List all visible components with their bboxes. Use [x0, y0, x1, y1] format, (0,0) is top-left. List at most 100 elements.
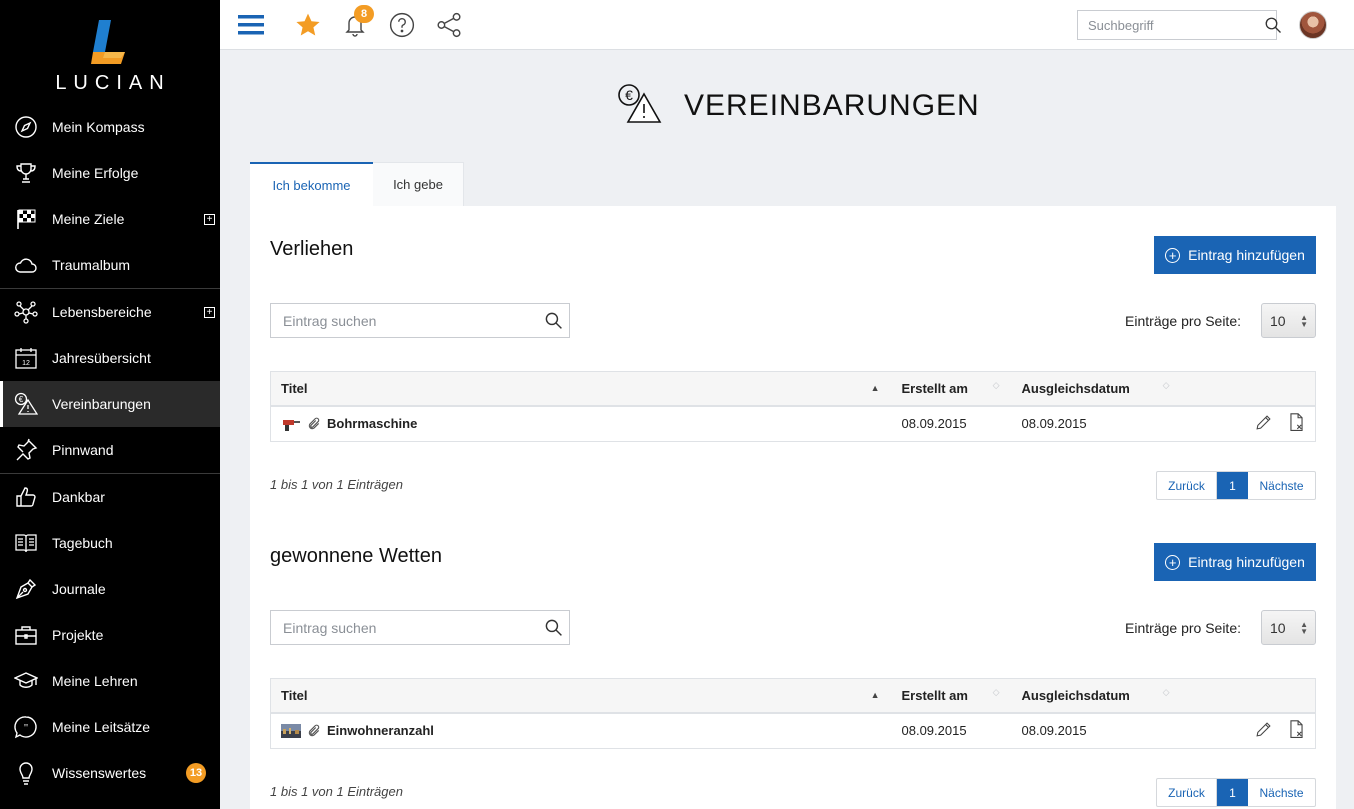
sidebar-item-label: Pinnwand — [52, 442, 114, 458]
sidebar-item-dankbar[interactable]: Dankbar — [0, 474, 220, 520]
column-label: Ausgleichsdatum — [1021, 687, 1130, 703]
sidebar-item-traumalbum[interactable]: Traumalbum — [0, 242, 220, 288]
expand-icon[interactable]: + — [204, 213, 215, 225]
sidebar-item-label: Wissenswertes — [52, 765, 147, 781]
sidebar-item-label: Dankbar — [52, 489, 105, 505]
section-gewonnene-wetten: gewonnene Wetten + Eintrag hinzufügen Ei… — [270, 543, 1316, 809]
sidebar-item-tagebuch[interactable]: Tagebuch — [0, 520, 220, 566]
avatar[interactable] — [1299, 11, 1327, 39]
entry-search — [270, 610, 570, 645]
sidebar-item-meine-ziele[interactable]: Meine Ziele + — [0, 196, 220, 242]
plus-circle-icon: + — [1165, 554, 1181, 570]
per-page-select[interactable]: 10 ▲ ▼ — [1261, 303, 1316, 338]
table-info: 1 bis 1 von 1 Einträgen — [270, 477, 403, 492]
sidebar-item-label: Traumalbum — [52, 257, 131, 273]
pagination-previous[interactable]: Zurück — [1157, 472, 1217, 499]
column-header-titel[interactable]: Titel ▲ — [270, 678, 892, 714]
column-label: Erstellt am — [901, 380, 968, 396]
select-arrows-icon: ▲ ▼ — [1300, 619, 1308, 636]
add-entry-label: Eintrag hinzufügen — [1188, 554, 1305, 570]
actions-cell — [1182, 713, 1316, 749]
menu-icon[interactable] — [236, 10, 266, 40]
sort-both-icon: ◇ — [1162, 687, 1170, 697]
sidebar-item-projekte[interactable]: Projekte — [0, 612, 220, 658]
page-header: € VEREINBARUNGEN — [616, 82, 980, 129]
drill-thumbnail — [283, 419, 300, 431]
entry-title[interactable]: Bohrmaschine — [327, 416, 417, 431]
sidebar-item-pinnwand[interactable]: Pinnwand — [0, 427, 220, 473]
delete-document-icon[interactable] — [1288, 412, 1305, 435]
star-icon[interactable] — [293, 10, 323, 40]
sidebar-item-mein-kompass[interactable]: Mein Kompass — [0, 104, 220, 150]
tab-ich-gebe[interactable]: Ich gebe — [373, 162, 464, 206]
entry-title[interactable]: Einwohneranzahl — [327, 723, 434, 738]
expand-icon[interactable]: + — [204, 306, 215, 318]
pagination-previous[interactable]: Zurück — [1157, 779, 1217, 806]
tab-ich-bekomme[interactable]: Ich bekomme — [250, 162, 373, 206]
edit-pencil-icon[interactable] — [1255, 414, 1272, 434]
lightbulb-icon — [13, 760, 39, 786]
column-header-ausgleichsdatum[interactable]: Ausgleichsdatum ◇ — [1011, 371, 1182, 407]
city-thumbnail — [281, 723, 301, 738]
sidebar-item-lebensbereiche[interactable]: Lebensbereiche + — [0, 289, 220, 335]
edit-pencil-icon[interactable] — [1255, 721, 1272, 741]
page-title: VEREINBARUNGEN — [684, 88, 980, 122]
search-icon[interactable] — [537, 311, 569, 330]
sidebar-item-meine-lehren[interactable]: Meine Lehren — [0, 658, 220, 704]
help-icon[interactable] — [387, 10, 417, 40]
created-cell: 08.09.2015 — [901, 416, 967, 432]
sidebar-item-vereinbarungen[interactable]: € Vereinbarungen — [0, 381, 220, 427]
cloud-icon — [13, 252, 39, 278]
sidebar-item-meine-leitsaetze[interactable]: " Meine Leitsätze — [0, 704, 220, 750]
column-header-erstellt[interactable]: Erstellt am ◇ — [891, 678, 1012, 714]
delete-document-icon[interactable] — [1288, 719, 1305, 742]
sidebar-item-label: Journale — [52, 581, 106, 597]
created-cell: 08.09.2015 — [901, 723, 967, 739]
per-page-control: Einträge pro Seite: 10 ▲ ▼ — [1125, 303, 1316, 338]
section-heading: gewonnene Wetten — [270, 545, 442, 567]
euro-warning-icon: € — [13, 391, 39, 417]
global-search-input[interactable] — [1078, 11, 1264, 39]
share-icon[interactable] — [434, 10, 464, 40]
euro-warning-icon: € — [616, 82, 662, 129]
sidebar-item-label: Mein Kompass — [52, 119, 145, 135]
plus-circle-icon: + — [1165, 247, 1181, 263]
column-header-actions — [1181, 678, 1316, 714]
sidebar-item-label: Lebensbereiche — [52, 304, 152, 320]
per-page-label: Einträge pro Seite: — [1125, 312, 1241, 329]
pagination-next[interactable]: Nächste — [1248, 779, 1315, 806]
nav-group-3: Dankbar Tagebuch Journale Projekte Meine… — [0, 474, 220, 796]
lucian-logo[interactable]: LUCIAN — [0, 0, 220, 104]
search-icon[interactable] — [1264, 16, 1282, 34]
sidebar-item-wissenswertes[interactable]: Wissenswertes 13 — [0, 750, 220, 796]
sidebar-item-label: Meine Leitsätze — [52, 719, 151, 735]
nav-group-1: Mein Kompass Meine Erfolge Meine Ziele +… — [0, 104, 220, 289]
entry-search-input[interactable] — [271, 304, 537, 337]
paperclip-icon — [308, 417, 320, 429]
notification-badge: 8 — [354, 5, 374, 23]
sidebar-item-meine-erfolge[interactable]: Meine Erfolge — [0, 150, 220, 196]
per-page-select[interactable]: 10 ▲ ▼ — [1261, 610, 1316, 645]
sidebar-item-journale[interactable]: Journale — [0, 566, 220, 612]
pagination-page-1[interactable]: 1 — [1217, 472, 1248, 499]
per-page-value: 10 — [1270, 619, 1286, 636]
column-header-ausgleichsdatum[interactable]: Ausgleichsdatum ◇ — [1011, 678, 1182, 714]
pagination-next[interactable]: Nächste — [1248, 472, 1315, 499]
column-header-erstellt[interactable]: Erstellt am ◇ — [891, 371, 1012, 407]
lucian-logo-mark-icon — [91, 20, 125, 64]
search-icon[interactable] — [537, 618, 569, 637]
logo-text: LUCIAN — [55, 72, 171, 94]
bell-icon[interactable]: 8 — [340, 5, 374, 40]
svg-text:": " — [24, 722, 29, 734]
pagination-page-1[interactable]: 1 — [1217, 779, 1248, 806]
select-arrows-icon: ▲ ▼ — [1300, 312, 1308, 329]
column-label: Erstellt am — [901, 687, 968, 703]
sidebar-item-jahresuebersicht[interactable]: 12 Jahresübersicht — [0, 335, 220, 381]
section-heading: Verliehen — [270, 238, 354, 260]
column-header-titel[interactable]: Titel ▲ — [270, 371, 892, 407]
entry-search-input[interactable] — [271, 611, 537, 644]
add-entry-button[interactable]: + Eintrag hinzufügen — [1154, 543, 1316, 581]
section-verliehen: Verliehen + Eintrag hinzufügen Einträge … — [270, 236, 1316, 506]
add-entry-button[interactable]: + Eintrag hinzufügen — [1154, 236, 1316, 274]
entries-table: Titel ▲ Erstellt am ◇ Ausgleichsdatum ◇ Ein… — [270, 678, 1316, 749]
